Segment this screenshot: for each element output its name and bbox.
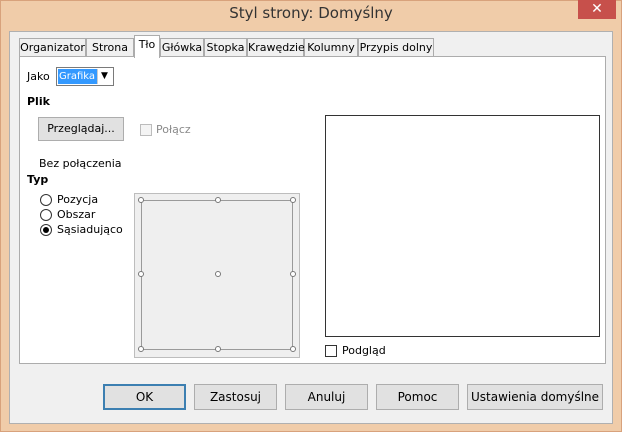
background-panel: Jako Grafika ▼ Plik Przeglądaj... Połącz… bbox=[19, 56, 606, 364]
link-checkbox[interactable] bbox=[140, 124, 152, 136]
cancel-button[interactable]: Anuluj bbox=[285, 384, 368, 410]
position-bottom-center[interactable] bbox=[215, 346, 221, 352]
tab-stopka[interactable]: Stopka bbox=[204, 38, 247, 56]
dialog-window: Styl strony: Domyślny ✕ Organizator Stro… bbox=[0, 0, 622, 432]
link-label: Połącz bbox=[156, 123, 191, 136]
close-icon: ✕ bbox=[591, 1, 603, 17]
preview-checkbox[interactable] bbox=[325, 345, 337, 357]
position-grid bbox=[134, 193, 300, 358]
as-select[interactable]: Grafika ▼ bbox=[56, 67, 114, 86]
radio-sasiadujaco-label: Sąsiadująco bbox=[57, 223, 123, 236]
type-header: Typ bbox=[27, 173, 49, 186]
ok-button[interactable]: OK bbox=[103, 384, 186, 410]
radio-selected-dot bbox=[43, 227, 49, 233]
position-middle-right[interactable] bbox=[290, 271, 296, 277]
preview-label: Podgląd bbox=[342, 344, 386, 357]
link-status: Bez połączenia bbox=[39, 157, 122, 170]
position-middle-left[interactable] bbox=[138, 271, 144, 277]
radio-sasiadujaco[interactable] bbox=[40, 224, 52, 236]
tab-kolumny[interactable]: Kolumny bbox=[304, 38, 358, 56]
chevron-down-icon[interactable]: ▼ bbox=[97, 69, 111, 84]
tab-krawedzie[interactable]: Krawędzie bbox=[247, 38, 305, 56]
window-title: Styl strony: Domyślny bbox=[229, 4, 393, 22]
dialog-client: Organizator Strona Tło Główka Stopka Kra… bbox=[9, 31, 613, 424]
tab-przypis-dolny[interactable]: Przypis dolny bbox=[358, 38, 434, 56]
browse-button[interactable]: Przeglądaj... bbox=[38, 117, 124, 141]
tab-organizator[interactable]: Organizator bbox=[19, 38, 86, 56]
as-label: Jako bbox=[27, 70, 50, 83]
position-top-center[interactable] bbox=[215, 197, 221, 203]
file-header: Plik bbox=[27, 95, 50, 108]
apply-button[interactable]: Zastosuj bbox=[194, 384, 277, 410]
radio-pozycja[interactable] bbox=[40, 194, 52, 206]
position-top-right[interactable] bbox=[290, 197, 296, 203]
position-top-left[interactable] bbox=[138, 197, 144, 203]
title-bar: Styl strony: Domyślny ✕ bbox=[1, 0, 621, 31]
position-bottom-right[interactable] bbox=[290, 346, 296, 352]
tab-glowka[interactable]: Główka bbox=[160, 38, 204, 56]
tab-strona[interactable]: Strona bbox=[86, 38, 134, 56]
help-button[interactable]: Pomoc bbox=[376, 384, 459, 410]
position-bottom-left[interactable] bbox=[138, 346, 144, 352]
preview-area bbox=[325, 115, 600, 337]
reset-defaults-button[interactable]: Ustawienia domyślne bbox=[467, 384, 603, 410]
radio-pozycja-label: Pozycja bbox=[57, 193, 99, 206]
tab-tlo[interactable]: Tło bbox=[134, 35, 160, 58]
position-center[interactable] bbox=[215, 271, 221, 277]
radio-obszar[interactable] bbox=[40, 209, 52, 221]
as-select-value: Grafika bbox=[58, 69, 98, 84]
close-button[interactable]: ✕ bbox=[578, 0, 616, 19]
radio-obszar-label: Obszar bbox=[57, 208, 96, 221]
